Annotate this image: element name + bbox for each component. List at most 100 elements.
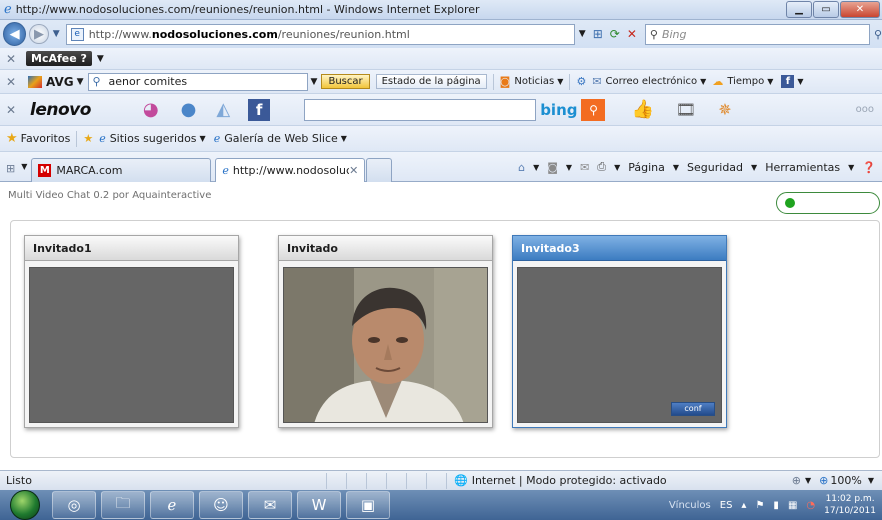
taskbar-messenger-button[interactable]: ☺ bbox=[199, 491, 243, 519]
bing-search-button[interactable]: ⚲ bbox=[581, 98, 606, 121]
sugeridos-dropdown-icon[interactable]: ▼ bbox=[200, 134, 206, 143]
ie-logo-icon: ℯ bbox=[4, 2, 12, 17]
taskbar-app-button[interactable]: ▣ bbox=[346, 491, 390, 519]
toolbar-app-icon[interactable]: ◕ bbox=[143, 99, 159, 120]
video-placeholder bbox=[29, 267, 234, 423]
tiempo-link[interactable]: Tiempo bbox=[727, 76, 764, 87]
tab-list-dropdown-icon[interactable]: ▼ bbox=[21, 162, 27, 171]
taskbar-word-button[interactable]: W bbox=[297, 491, 341, 519]
addons-dropdown-icon[interactable]: ▼ bbox=[805, 476, 811, 485]
address-dropdown-icon[interactable]: ▼ bbox=[579, 29, 586, 39]
help-icon[interactable]: ❓ bbox=[862, 161, 876, 174]
tab-marca[interactable]: M MARCA.com bbox=[31, 158, 212, 182]
minimize-button[interactable]: ▁ bbox=[786, 1, 812, 18]
film-icon[interactable]: 🎞 bbox=[676, 100, 696, 119]
lenovo-search-input[interactable] bbox=[304, 98, 537, 121]
pagina-dropdown-icon[interactable]: ▼ bbox=[673, 163, 679, 172]
volume-icon[interactable]: ◔ bbox=[806, 500, 815, 511]
print-dropdown-icon[interactable]: ▼ bbox=[614, 163, 620, 172]
home-icon[interactable]: ⌂ bbox=[518, 161, 525, 174]
mcafee-button[interactable]: McAfee ? bbox=[26, 51, 92, 66]
forward-button[interactable]: ▶ bbox=[29, 24, 49, 44]
herramientas-menu[interactable]: Herramientas bbox=[765, 161, 840, 174]
show-hidden-icons-icon[interactable]: ▴ bbox=[741, 500, 746, 511]
close-tab-icon[interactable]: ✕ bbox=[349, 164, 358, 177]
flag-icon[interactable]: ⚑ bbox=[755, 500, 764, 511]
mcafee-help-icon[interactable]: ? bbox=[81, 52, 87, 65]
home-dropdown-icon[interactable]: ▼ bbox=[533, 163, 539, 172]
correo-link[interactable]: Correo electrónico bbox=[606, 76, 698, 87]
sitios-sugeridos-link[interactable]: Sitios sugeridos bbox=[110, 132, 197, 145]
correo-dropdown-icon[interactable]: ▼ bbox=[700, 77, 706, 86]
estado-pagina-button[interactable]: Estado de la página bbox=[375, 74, 487, 89]
favorites-button[interactable]: Favoritos bbox=[21, 132, 71, 145]
new-tab-button[interactable] bbox=[366, 158, 393, 182]
zoom-dropdown-icon[interactable]: ▼ bbox=[868, 476, 874, 485]
clock[interactable]: 11:02 p.m. 17/10/2011 bbox=[824, 493, 876, 517]
network-icon[interactable]: ▦ bbox=[788, 500, 797, 511]
seguridad-dropdown-icon[interactable]: ▼ bbox=[751, 163, 757, 172]
start-button[interactable] bbox=[10, 490, 40, 520]
avg-search-dropdown-icon[interactable]: ▼ bbox=[311, 77, 318, 87]
facebook-app-icon[interactable]: f bbox=[248, 98, 271, 121]
search-input[interactable]: ⚲ Bing bbox=[644, 23, 870, 45]
maximize-button[interactable]: ▭ bbox=[813, 1, 839, 18]
tiempo-dropdown-icon[interactable]: ▼ bbox=[767, 77, 773, 86]
security-zone[interactable]: Internet | Modo protegido: activado bbox=[472, 474, 667, 487]
toolbar-close-icon[interactable]: ✕ bbox=[6, 52, 22, 66]
language-indicator[interactable]: ES bbox=[720, 500, 733, 511]
zoom-icon[interactable]: ⊕ bbox=[819, 474, 828, 487]
add-favorite-icon[interactable]: ★ bbox=[83, 132, 93, 145]
url-path: /reuniones/reunion.html bbox=[277, 27, 410, 41]
quick-tabs-icon[interactable]: ⊞ bbox=[6, 162, 15, 175]
addons-icon[interactable]: ⊕ bbox=[792, 474, 801, 487]
web-slice-icon: ℯ bbox=[213, 132, 221, 145]
noticias-link[interactable]: Noticias bbox=[514, 76, 554, 87]
compatibility-icon[interactable]: ⊞ bbox=[593, 27, 603, 41]
marca-favicon-icon: M bbox=[38, 164, 52, 177]
mcafee-dropdown-icon[interactable]: ▼ bbox=[97, 54, 104, 64]
noticias-dropdown-icon[interactable]: ▼ bbox=[557, 77, 563, 86]
cloud-icon[interactable]: ◭ bbox=[216, 99, 230, 120]
status-text: Listo bbox=[6, 474, 32, 487]
ball-icon[interactable]: ● bbox=[181, 99, 197, 120]
print-icon[interactable]: ⎙ bbox=[597, 160, 606, 174]
conf-button[interactable]: conf bbox=[671, 402, 715, 416]
lenovo-extra[interactable]: ooo bbox=[856, 104, 874, 115]
facebook-icon[interactable]: f bbox=[781, 75, 795, 88]
feeds-dropdown-icon[interactable]: ▼ bbox=[566, 163, 572, 172]
search-go-icon[interactable]: ⚲ bbox=[874, 28, 882, 41]
refresh-icon[interactable]: ⟳ bbox=[610, 27, 620, 41]
back-button[interactable]: ◀ bbox=[3, 22, 27, 46]
toolbar-close-icon[interactable]: ✕ bbox=[6, 103, 22, 117]
taskbar-ie-button[interactable]: ℯ bbox=[150, 491, 194, 519]
close-button[interactable]: ✕ bbox=[840, 1, 880, 18]
recent-pages-icon[interactable]: ▼ bbox=[53, 29, 60, 39]
taskbar-mail-button[interactable]: ✉ bbox=[248, 491, 292, 519]
avg-dropdown-icon[interactable]: ▼ bbox=[77, 77, 84, 87]
buscar-button[interactable]: Buscar bbox=[321, 74, 370, 89]
avg-toolbar: ✕ AVG ▼ aenor comites ▼ Buscar Estado de… bbox=[0, 70, 882, 94]
read-mail-icon[interactable]: ✉ bbox=[580, 161, 589, 174]
feeds-icon[interactable]: ◙ bbox=[547, 161, 558, 174]
weather-widget-icon[interactable]: ⚙ bbox=[576, 75, 586, 88]
facebook-dropdown-icon[interactable]: ▼ bbox=[797, 77, 803, 86]
toolbar-close-icon[interactable]: ✕ bbox=[6, 75, 22, 89]
address-bar[interactable]: e http://www. nodosoluciones.com /reunio… bbox=[65, 23, 575, 45]
zoom-level[interactable]: 100% bbox=[830, 474, 861, 487]
pagina-menu[interactable]: Página bbox=[628, 161, 665, 174]
taskbar-explorer-button[interactable]: 🗀 bbox=[101, 491, 145, 519]
seguridad-menu[interactable]: Seguridad bbox=[687, 161, 743, 174]
connection-toggle[interactable] bbox=[776, 192, 880, 214]
vinculos-toolbar[interactable]: Vínculos bbox=[669, 500, 711, 511]
galeria-web-slice-link[interactable]: Galería de Web Slice bbox=[224, 132, 338, 145]
battery-icon[interactable]: ▮ bbox=[773, 500, 779, 511]
taskbar-outlook-button[interactable]: ◎ bbox=[52, 491, 96, 519]
herramientas-dropdown-icon[interactable]: ▼ bbox=[848, 163, 854, 172]
tab-nodosoluciones[interactable]: ℯ http://www.nodosoluci... ✕ bbox=[215, 158, 366, 182]
galeria-dropdown-icon[interactable]: ▼ bbox=[341, 134, 347, 143]
avg-search-input[interactable]: aenor comites bbox=[87, 72, 308, 91]
stop-icon[interactable]: ✕ bbox=[627, 27, 637, 41]
like-icon[interactable]: 👍 bbox=[631, 99, 653, 120]
satellite-icon[interactable]: ✵ bbox=[718, 100, 731, 119]
